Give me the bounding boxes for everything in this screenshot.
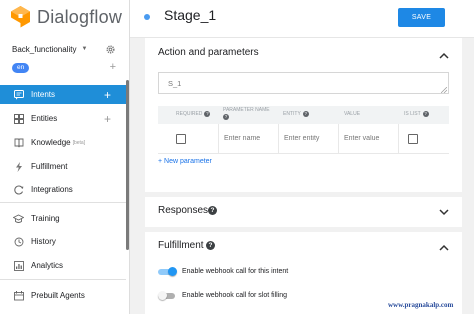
help-icon: ? — [223, 114, 229, 120]
sidebar-item-label: Prebuilt Agents — [31, 291, 85, 300]
add-intent-icon[interactable]: + — [104, 88, 111, 102]
webhook-intent-label: Enable webhook call for this intent — [182, 268, 289, 275]
section-divider — [145, 227, 462, 232]
sidebar-item-prebuilt-agents[interactable]: Prebuilt Agents — [0, 286, 126, 305]
new-parameter-link[interactable]: + New parameter — [158, 158, 212, 165]
integrations-icon — [13, 184, 24, 195]
column-divider — [398, 124, 399, 154]
entity-input[interactable] — [284, 135, 338, 142]
agent-selector[interactable]: Back_functionality ▼ — [12, 43, 116, 55]
parameter-name-input[interactable] — [224, 135, 278, 142]
action-params-title[interactable]: Action and parameters — [158, 47, 259, 58]
chat-bubble-icon — [13, 89, 24, 100]
sidebar-item-training[interactable]: Training — [0, 209, 126, 228]
webhook-slot-filling-label: Enable webhook call for slot filling — [182, 292, 288, 299]
agent-name: Back_functionality — [12, 44, 77, 54]
is-list-checkbox[interactable] — [408, 134, 418, 144]
chevron-down-icon[interactable] — [439, 209, 449, 216]
sidebar-item-label: History — [31, 237, 56, 246]
intent-priority-dot-icon[interactable] — [144, 14, 150, 20]
sidebar-item-label: Analytics — [31, 261, 64, 270]
sidebar-item-history[interactable]: History — [0, 232, 126, 251]
sidebar-item-analytics[interactable]: Analytics — [0, 256, 126, 275]
beta-badge: [beta] — [72, 139, 86, 146]
intent-header: Stage_1 SAVE — [130, 0, 474, 38]
value-input[interactable] — [344, 135, 398, 142]
chevron-up-icon[interactable] — [439, 244, 449, 251]
sidebar-item-integrations[interactable]: Integrations — [0, 180, 126, 199]
sidebar-item-label: Integrations — [31, 185, 73, 194]
save-button[interactable]: SAVE — [398, 8, 445, 27]
sidebar-item-label: Fulfillment — [31, 162, 68, 171]
webhook-slot-filling-toggle[interactable] — [158, 291, 177, 300]
lightning-icon — [13, 161, 24, 172]
column-header-parameter-name: PARAMETER NAME ? — [223, 107, 270, 120]
column-header-is-list: IS LIST? — [404, 111, 429, 117]
prebuilt-agents-icon — [13, 290, 24, 301]
intent-name[interactable]: Stage_1 — [164, 7, 216, 23]
required-checkbox[interactable] — [176, 134, 186, 144]
training-icon — [13, 213, 24, 224]
entities-icon — [13, 113, 24, 124]
column-header-value: VALUE — [344, 111, 361, 117]
help-icon[interactable]: ? — [208, 206, 217, 215]
app-name: Dialogflow — [37, 6, 123, 27]
caret-down-icon[interactable]: ▼ — [81, 46, 87, 52]
responses-title[interactable]: Responses — [158, 205, 208, 216]
help-icon: ? — [204, 111, 211, 117]
sidebar-divider — [0, 279, 126, 280]
add-entity-icon[interactable]: + — [104, 112, 111, 126]
add-language-icon[interactable]: + — [110, 62, 116, 73]
language-badge[interactable]: en — [12, 62, 30, 73]
action-name-input[interactable] — [158, 72, 449, 94]
sidebar-scrollbar[interactable] — [126, 80, 129, 250]
watermark: www.pragnakalp.com — [388, 301, 454, 309]
sidebar-item-label: Training — [31, 214, 60, 223]
column-header-entity: ENTITY? — [283, 111, 309, 117]
knowledge-icon — [13, 137, 24, 148]
language-row: en + — [12, 62, 116, 73]
help-icon: ? — [302, 111, 309, 117]
logo[interactable]: Dialogflow — [10, 4, 122, 30]
sidebar-item-fulfillment[interactable]: Fulfillment — [0, 157, 126, 176]
help-icon[interactable]: ? — [206, 241, 215, 250]
fulfillment-title[interactable]: Fulfillment — [158, 240, 204, 251]
parameters-table-header: REQUIRED? PARAMETER NAME ? ENTITY? VALUE… — [158, 106, 449, 124]
column-header-required: REQUIRED? — [176, 111, 211, 117]
sidebar-item-intents[interactable]: Intents + — [0, 85, 126, 104]
chevron-up-icon[interactable] — [439, 52, 449, 59]
sidebar-item-label: Intents — [31, 90, 56, 99]
column-divider — [338, 124, 339, 154]
sidebar: Dialogflow Back_functionality ▼ en + Int… — [0, 0, 130, 314]
dialogflow-logo-icon — [11, 5, 30, 27]
sidebar-item-label: Knowledge — [31, 138, 71, 147]
parameter-row — [158, 124, 449, 154]
intent-editor: Action and parameters REQUIRED? PARAMETE… — [145, 38, 462, 314]
history-icon — [13, 236, 24, 247]
resize-handle-icon[interactable] — [441, 87, 447, 93]
section-divider — [145, 192, 462, 197]
sidebar-divider — [0, 202, 126, 203]
sidebar-item-entities[interactable]: Entities + — [0, 109, 126, 128]
column-divider — [278, 124, 279, 154]
help-icon: ? — [422, 111, 429, 117]
column-divider — [218, 124, 219, 154]
sidebar-item-knowledge[interactable]: Knowledge [beta] — [0, 133, 126, 152]
gear-icon[interactable] — [105, 44, 116, 55]
webhook-intent-toggle[interactable] — [158, 267, 177, 276]
analytics-icon — [13, 260, 24, 271]
sidebar-item-label: Entities — [31, 114, 58, 123]
